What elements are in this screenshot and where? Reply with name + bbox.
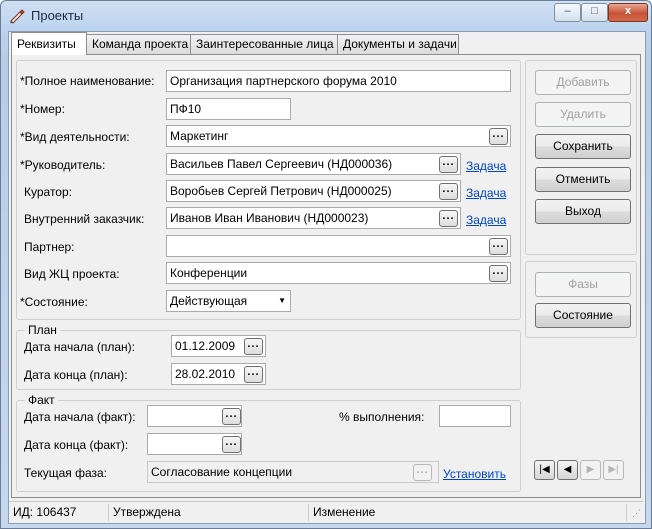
requisites-page: *Полное наименование: Организация партне… <box>11 54 641 498</box>
fact-start-label: Дата начала (факт): <box>24 410 136 424</box>
delete-button[interactable]: Удалить <box>535 102 631 127</box>
prev-record-button[interactable]: ◀ <box>557 460 578 480</box>
plan-start-calendar-button[interactable]: ... <box>244 338 263 355</box>
activity-label: *Вид деятельности: <box>20 130 130 144</box>
resize-grip-icon[interactable]: ⋰ <box>632 508 641 519</box>
internal-customer-label: Внутренний заказчик: <box>24 212 145 226</box>
internal-customer-select-button[interactable]: ... <box>439 210 458 227</box>
curator-task-link[interactable]: Задача <box>466 186 506 200</box>
current-phase-input: Согласование концепции <box>147 461 439 483</box>
state-button[interactable]: Состояние <box>535 303 631 328</box>
lifecycle-input[interactable]: Конференции <box>166 262 511 284</box>
internal-customer-task-link[interactable]: Задача <box>466 213 506 227</box>
full-name-input[interactable]: Организация партнерского форума 2010 <box>166 70 511 92</box>
curator-input[interactable]: Воробьев Сергей Петрович (НД000025) <box>166 180 461 202</box>
tab-project-team[interactable]: Команда проекта <box>86 34 191 54</box>
set-phase-link[interactable]: Установить <box>443 467 506 481</box>
progress-label: % выполнения: <box>339 410 425 424</box>
status-record-id: ИД: 106437 <box>9 504 109 521</box>
manager-task-link[interactable]: Задача <box>466 159 506 173</box>
fact-end-label: Дата конца (факт): <box>24 438 129 452</box>
number-input[interactable]: ПФ10 <box>166 98 291 120</box>
minimize-button[interactable]: ‒ <box>554 3 581 22</box>
internal-customer-input[interactable]: Иванов Иван Иванович (НД000023) <box>166 207 461 229</box>
title-bar[interactable]: Проекты ‒ □ x <box>1 1 651 31</box>
activity-select-button[interactable]: ... <box>489 128 508 145</box>
add-button[interactable]: Добавить <box>535 70 631 95</box>
status-bar: ИД: 106437 Утверждена Изменение ⋰ <box>9 501 643 523</box>
fact-group-title: Факт <box>25 393 58 407</box>
full-name-label: *Полное наименование: <box>20 74 155 88</box>
save-button[interactable]: Сохранить <box>535 134 631 159</box>
window-client: Реквизиты Команда проекта Заинтересованн… <box>8 31 646 524</box>
number-label: *Номер: <box>20 102 65 116</box>
phases-group: Фазы Состояние <box>525 261 637 338</box>
actions-group: Добавить Удалить Сохранить Отменить Выхо… <box>525 60 637 255</box>
chevron-down-icon: ▼ <box>278 296 286 305</box>
activity-input[interactable]: Маркетинг <box>166 125 511 147</box>
manager-label: *Руководитель: <box>20 158 106 172</box>
lifecycle-label: Вид ЖЦ проекта: <box>24 267 120 281</box>
curator-select-button[interactable]: ... <box>439 183 458 200</box>
tab-documents-tasks[interactable]: Документы и задачи <box>337 34 459 54</box>
lifecycle-select-button[interactable]: ... <box>489 265 508 282</box>
manager-select-button[interactable]: ... <box>439 156 458 173</box>
plan-end-label: Дата конца (план): <box>24 368 128 382</box>
plan-end-calendar-button[interactable]: ... <box>244 366 263 383</box>
next-record-button[interactable]: ▶ <box>580 460 601 480</box>
fact-start-calendar-button[interactable]: ... <box>222 408 241 425</box>
app-icon <box>10 9 25 24</box>
phases-button[interactable]: Фазы <box>535 272 631 297</box>
current-phase-select-button: ... <box>413 464 432 481</box>
first-record-button[interactable]: |◀ <box>534 460 555 480</box>
close-button[interactable]: x <box>608 3 648 22</box>
last-record-button[interactable]: ▶| <box>603 460 624 480</box>
state-label: *Состояние: <box>20 295 88 309</box>
fact-end-calendar-button[interactable]: ... <box>222 436 241 453</box>
state-dropdown[interactable]: Действующая ▼ <box>166 290 291 312</box>
manager-input[interactable]: Васильев Павел Сергеевич (НД000036) <box>166 153 461 175</box>
partner-select-button[interactable]: ... <box>489 238 508 255</box>
status-mode: Изменение <box>309 504 627 521</box>
plan-group-title: План <box>25 323 60 337</box>
state-dropdown-value: Действующая <box>170 294 248 308</box>
partner-input[interactable] <box>166 235 511 257</box>
plan-start-label: Дата начала (план): <box>24 340 136 354</box>
status-approval: Утверждена <box>109 504 309 521</box>
tab-requisites[interactable]: Реквизиты <box>11 32 87 55</box>
window-title: Проекты <box>31 8 84 23</box>
maximize-button[interactable]: □ <box>581 3 608 22</box>
curator-label: Куратор: <box>24 185 72 199</box>
projects-window: Проекты ‒ □ x Реквизиты Команда проекта … <box>0 0 652 529</box>
progress-input[interactable] <box>439 405 511 427</box>
current-phase-label: Текущая фаза: <box>24 466 108 480</box>
cancel-button[interactable]: Отменить <box>535 167 631 192</box>
partner-label: Партнер: <box>24 240 75 254</box>
tab-stakeholders[interactable]: Заинтересованные лица <box>190 34 338 54</box>
exit-button[interactable]: Выход <box>535 199 631 224</box>
